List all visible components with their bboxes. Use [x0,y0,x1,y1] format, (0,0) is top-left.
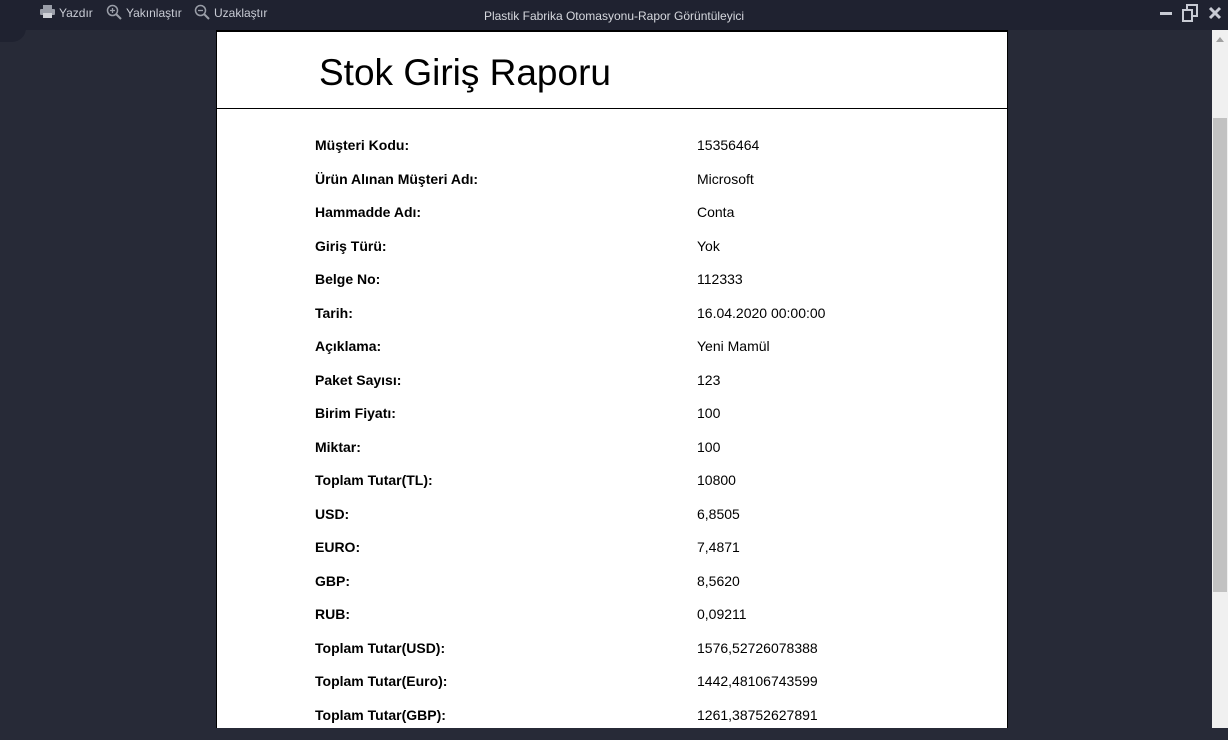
print-label: Yazdır [59,6,93,20]
field-row: Paket Sayısı: 123 [217,372,1007,406]
field-value: 6,8505 [697,506,740,522]
field-label: GBP: [315,573,350,589]
field-label: Miktar: [315,439,361,455]
field-label: Belge No: [315,271,380,287]
field-value: Yeni Mamül [697,338,770,354]
field-value: 100 [697,405,720,421]
field-row: Toplam Tutar(GBP): 1261,38752627891 [217,707,1007,740]
zoom-out-icon [194,4,214,23]
zoom-in-icon [106,4,126,23]
print-button[interactable]: Yazdır [40,3,93,23]
field-value: 1261,38752627891 [697,707,818,723]
field-label: Giriş Türü: [315,238,387,254]
restore-button[interactable] [1180,5,1200,25]
field-value: 1442,48106743599 [697,673,818,689]
field-row: Toplam Tutar(USD): 1576,52726078388 [217,640,1007,674]
field-row: USD: 6,8505 [217,506,1007,540]
window-title: Plastik Fabrika Otomasyonu-Rapor Görüntü… [0,9,1228,23]
field-label: Tarih: [315,305,353,321]
field-value: 15356464 [697,137,759,153]
printer-icon [40,5,59,21]
field-row: EURO: 7,4871 [217,539,1007,573]
field-row: Tarih: 16.04.2020 00:00:00 [217,305,1007,339]
field-label: RUB: [315,606,350,622]
close-button[interactable] [1205,5,1225,25]
field-value: Yok [697,238,720,254]
field-value: Conta [697,204,734,220]
field-value: 112333 [697,271,743,287]
report-fields: Müşteri Kodu: 15356464 Ürün Alınan Müşter… [217,137,1007,740]
minimize-icon [1159,6,1173,25]
field-label: Açıklama: [315,338,381,354]
restore-icon [1182,4,1198,27]
field-row: Giriş Türü: Yok [217,238,1007,272]
field-row: Toplam Tutar(Euro): 1442,48106743599 [217,673,1007,707]
vertical-scrollbar[interactable] [1212,30,1228,728]
zoom-out-label: Uzaklaştır [214,6,267,20]
title-bar: Yazdır Yakınlaştır Uzaklaştır Plastik Fa… [0,0,1228,30]
report-page: Stok Giriş Raporu Müşteri Kodu:15356464 … [216,30,1008,728]
field-label: Toplam Tutar(USD): [315,640,445,656]
field-row: Toplam Tutar(TL): 10800 [217,472,1007,506]
title-divider [217,108,1007,109]
field-value: 16.04.2020 00:00:00 [697,305,825,321]
field-label: Toplam Tutar(TL): [315,472,433,488]
field-row: Açıklama: Yeni Mamül [217,338,1007,372]
chevron-up-icon [1216,29,1224,47]
field-row: GBP: 8,5620 [217,573,1007,607]
field-row: Müşteri Kodu: 15356464 [217,137,1007,171]
field-value: 123 [697,372,720,388]
field-label: Birim Fiyatı: [315,405,396,421]
zoom-in-button[interactable]: Yakınlaştır [106,3,182,23]
field-value: 8,5620 [697,573,740,589]
field-value: Microsoft [697,171,754,187]
field-row: Hammadde Adı: Conta [217,204,1007,238]
field-label: USD: [315,506,349,522]
field-value: 0,09211 [697,606,747,622]
field-label: Müşteri Kodu: [315,137,409,153]
field-label: Paket Sayısı: [315,372,401,388]
scroll-up-button[interactable] [1212,30,1228,46]
report-title: Stok Giriş Raporu [319,52,611,94]
corner-decoration [0,22,26,42]
close-icon [1208,6,1222,25]
zoom-out-button[interactable]: Uzaklaştır [194,3,267,23]
minimize-button[interactable] [1156,5,1176,25]
field-value: 100 [697,439,720,455]
field-row: RUB: 0,09211 [217,606,1007,640]
field-value: 1576,52726078388 [697,640,818,656]
field-value: 10800 [697,472,736,488]
field-label: Hammadde Adı: [315,204,421,220]
scroll-thumb[interactable] [1213,118,1227,592]
field-label: Toplam Tutar(GBP): [315,707,446,723]
page-top-border [217,30,1007,32]
field-label: Toplam Tutar(Euro): [315,673,447,689]
field-value: 7,4871 [697,539,740,555]
field-row: Belge No: 112333 [217,271,1007,305]
field-row: Ürün Alınan Müşteri Adı: Microsoft [217,171,1007,205]
field-row: Miktar: 100 [217,439,1007,473]
field-row: Birim Fiyatı: 100 [217,405,1007,439]
zoom-in-label: Yakınlaştır [126,6,182,20]
field-label: Ürün Alınan Müşteri Adı: [315,171,478,187]
field-label: EURO: [315,539,360,555]
